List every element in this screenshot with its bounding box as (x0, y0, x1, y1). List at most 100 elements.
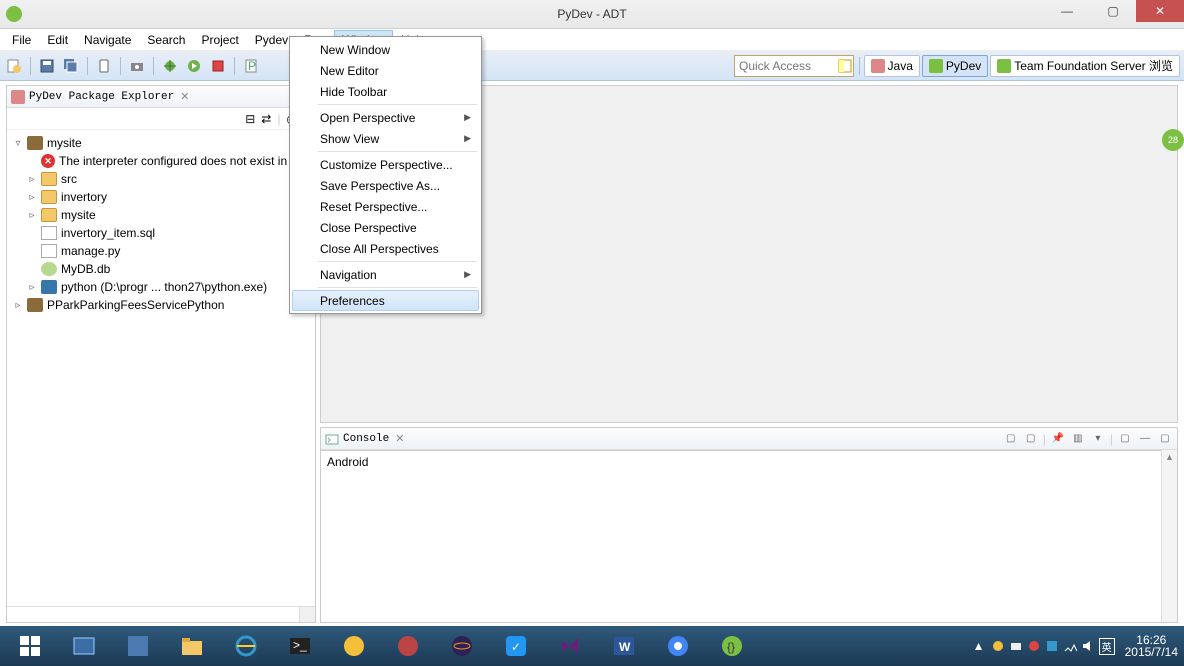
console-btn-2[interactable]: ▢ (1023, 431, 1039, 447)
new-button[interactable] (4, 56, 24, 76)
console-dropdown-icon[interactable]: ▾ (1090, 431, 1106, 447)
menu-search[interactable]: Search (139, 30, 193, 50)
console-output[interactable]: Android (321, 450, 1161, 622)
menu-item-new-window[interactable]: New Window (292, 39, 479, 60)
open-perspective-button[interactable] (835, 56, 855, 76)
menu-item-show-view[interactable]: Show View▶ (292, 128, 479, 149)
pin-console-icon[interactable]: 📌 (1050, 431, 1066, 447)
expand-icon[interactable]: ▹ (27, 282, 37, 293)
menu-item-save-perspective-as-[interactable]: Save Perspective As... (292, 175, 479, 196)
close-view-icon[interactable]: ✕ (180, 90, 189, 103)
console-title: Console (343, 433, 389, 445)
expand-icon[interactable]: ▹ (27, 192, 37, 203)
notification-badge[interactable]: 28 (1162, 129, 1184, 151)
menu-file[interactable]: File (4, 30, 39, 50)
folder-icon (41, 190, 57, 204)
external-tools-button[interactable] (208, 56, 228, 76)
menu-item-close-all-perspectives[interactable]: Close All Perspectives (292, 238, 479, 259)
console-line: Android (327, 455, 1155, 469)
tree-item[interactable]: ▹invertory (9, 188, 313, 206)
tree-item[interactable]: ▹python (D:\progr ... thon27\python.exe) (9, 278, 313, 296)
taskbar-app-4[interactable] (384, 629, 432, 663)
expand-icon[interactable]: ▹ (27, 174, 37, 185)
perspective-java[interactable]: Java (864, 55, 920, 77)
view-tab-header[interactable]: PyDev Package Explorer ✕ (7, 86, 315, 108)
tree-item[interactable]: ▹PParkParkingFeesServicePython (9, 296, 313, 314)
tray-up-icon[interactable]: ▲ (973, 639, 987, 653)
taskbar-app-6[interactable]: {} (708, 629, 756, 663)
collapse-all-icon[interactable]: ⊟ (245, 112, 255, 126)
clock-date: 2015/7/14 (1125, 646, 1178, 658)
ime-indicator[interactable]: 英 (1099, 638, 1115, 655)
display-console-icon[interactable]: ▥ (1070, 431, 1086, 447)
volume-icon[interactable] (1081, 639, 1095, 653)
camera-button[interactable] (127, 56, 147, 76)
tray-icon-2[interactable] (1009, 639, 1023, 653)
perspective-pydev[interactable]: PyDev (922, 55, 988, 77)
scrollbar[interactable]: ▲ (1161, 450, 1177, 622)
run-button[interactable] (184, 56, 204, 76)
menu-navigate[interactable]: Navigate (76, 30, 139, 50)
perspective-tfs[interactable]: Team Foundation Server 浏览 (990, 55, 1180, 77)
open-console-icon[interactable]: ▢ (1117, 431, 1133, 447)
menu-item-open-perspective[interactable]: Open Perspective▶ (292, 107, 479, 128)
tray-icon-3[interactable] (1027, 639, 1041, 653)
menu-item-hide-toolbar[interactable]: Hide Toolbar (292, 81, 479, 102)
tree-item[interactable]: invertory_item.sql (9, 224, 313, 242)
tree-item[interactable]: ▹mysite (9, 206, 313, 224)
taskbar-app-3[interactable] (330, 629, 378, 663)
maximize-view-icon[interactable]: ▢ (1157, 431, 1173, 447)
menu-item-new-editor[interactable]: New Editor (292, 60, 479, 81)
tree-item[interactable]: MyDB.db (9, 260, 313, 278)
package-icon (27, 136, 43, 150)
save-all-button[interactable] (61, 56, 81, 76)
menu-edit[interactable]: Edit (39, 30, 76, 50)
menu-item-preferences[interactable]: Preferences (292, 290, 479, 311)
tree-label: MyDB.db (61, 262, 110, 276)
visual-studio-icon[interactable] (546, 629, 594, 663)
clock[interactable]: 16:26 2015/7/14 (1125, 634, 1178, 658)
expand-icon[interactable]: ▹ (27, 210, 37, 221)
tray-icon-1[interactable] (991, 639, 1005, 653)
new-module-button[interactable]: P (241, 56, 261, 76)
start-button[interactable] (6, 629, 54, 663)
device-button[interactable] (94, 56, 114, 76)
svg-text:P: P (248, 59, 256, 73)
expand-icon[interactable]: ▹ (13, 300, 23, 311)
word-icon[interactable]: W (600, 629, 648, 663)
menu-project[interactable]: Project (193, 30, 246, 50)
link-editor-icon[interactable]: ⇄ (261, 112, 271, 126)
close-console-icon[interactable]: ✕ (395, 432, 404, 445)
tray-icon-4[interactable] (1045, 639, 1059, 653)
java-icon (871, 59, 885, 73)
submenu-arrow-icon: ▶ (464, 269, 471, 280)
minimize-view-icon[interactable]: — (1137, 431, 1153, 447)
taskbar-app-1[interactable] (60, 629, 108, 663)
minimize-button[interactable]: — (1044, 0, 1090, 22)
menu-item-close-perspective[interactable]: Close Perspective (292, 217, 479, 238)
terminal-icon[interactable]: >_ (276, 629, 324, 663)
tree-item[interactable]: manage.py (9, 242, 313, 260)
menu-item-navigation[interactable]: Navigation▶ (292, 264, 479, 285)
menu-item-customize-perspective-[interactable]: Customize Perspective... (292, 154, 479, 175)
file-explorer-icon[interactable] (168, 629, 216, 663)
tree-item[interactable]: ✕The interpreter configured does not exi… (9, 152, 313, 170)
tree-label: src (61, 172, 77, 186)
network-icon[interactable] (1063, 639, 1077, 653)
eclipse-icon[interactable] (438, 629, 486, 663)
save-button[interactable] (37, 56, 57, 76)
debug-button[interactable] (160, 56, 180, 76)
close-button[interactable]: ✕ (1136, 0, 1184, 22)
tree-item[interactable]: ▹ src (9, 170, 313, 188)
error-icon: ✕ (41, 154, 55, 168)
chrome-icon[interactable] (654, 629, 702, 663)
menu-item-reset-perspective-[interactable]: Reset Perspective... (292, 196, 479, 217)
ie-icon[interactable] (222, 629, 270, 663)
taskbar-app-2[interactable] (114, 629, 162, 663)
menu-separator (318, 104, 477, 105)
tree-item[interactable]: ▿mysite (9, 134, 313, 152)
console-btn-1[interactable]: ▢ (1003, 431, 1019, 447)
taskbar-app-5[interactable]: ✓ (492, 629, 540, 663)
maximize-button[interactable]: ▢ (1090, 0, 1136, 22)
expand-icon[interactable]: ▿ (13, 138, 23, 149)
